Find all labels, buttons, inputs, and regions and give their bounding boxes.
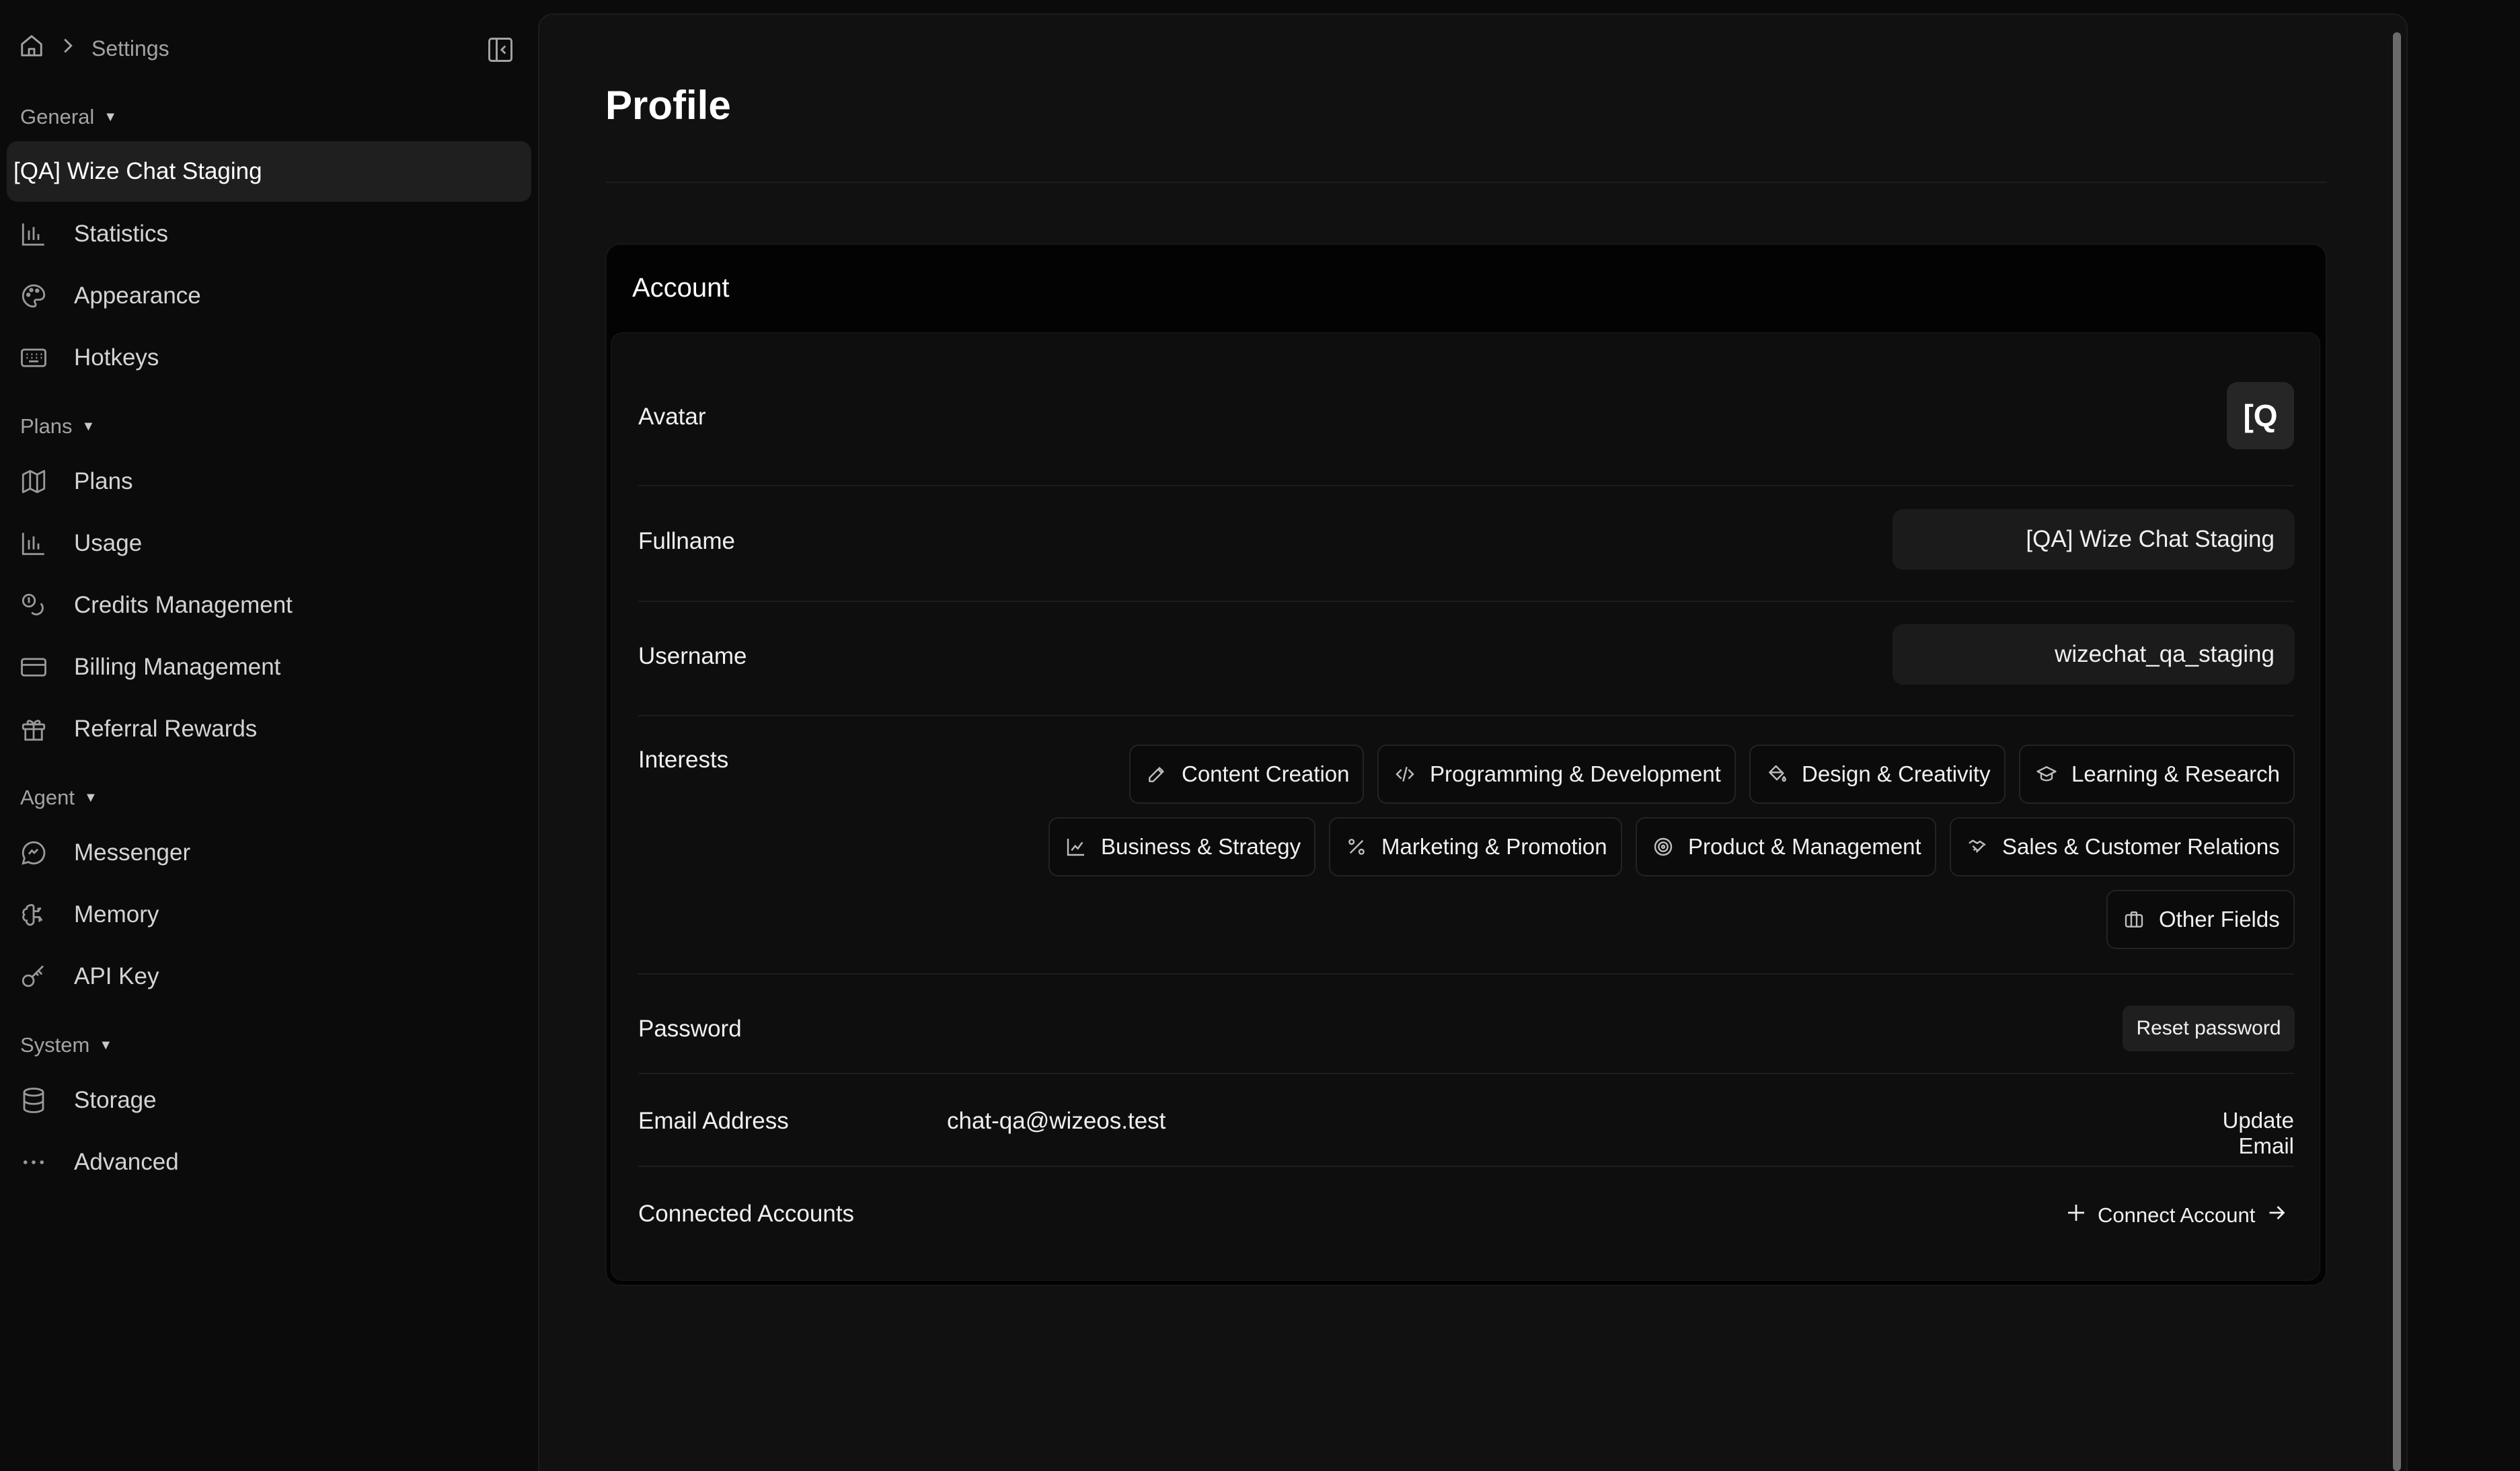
- avatar[interactable]: [Q: [2227, 382, 2294, 449]
- username-field[interactable]: wizechat_qa_staging: [1893, 624, 2295, 685]
- coins-icon: [19, 591, 48, 620]
- account-heading: Account: [632, 273, 730, 303]
- interest-chip-marketing[interactable]: Marketing & Promotion: [1329, 817, 1622, 876]
- briefcase-icon: [2123, 908, 2145, 931]
- sidebar-item-memory[interactable]: Memory: [19, 895, 517, 935]
- breadcrumb: Settings: [19, 32, 169, 65]
- interest-chip-other[interactable]: Other Fields: [2106, 890, 2295, 949]
- sidebar-item-plans[interactable]: Plans: [19, 461, 517, 502]
- sidebar-item-statistics[interactable]: Statistics: [19, 214, 517, 254]
- interest-chip-product[interactable]: Product & Management: [1636, 817, 1936, 876]
- brain-icon: [19, 900, 48, 930]
- section-system[interactable]: System ▼: [20, 1032, 112, 1059]
- interests-label: Interests: [638, 747, 729, 773]
- paint-bucket-icon: [1765, 763, 1788, 786]
- sidebar-item-referral-rewards[interactable]: Referral Rewards: [19, 709, 517, 749]
- gift-icon: [19, 714, 48, 744]
- keyboard-icon: [19, 343, 48, 373]
- fullname-field[interactable]: [QA] Wize Chat Staging: [1893, 509, 2295, 570]
- avatar-label: Avatar: [638, 404, 706, 430]
- row-divider: [638, 1073, 2294, 1074]
- caret-down-icon: ▼: [84, 790, 98, 805]
- account-fields: Avatar [Q Fullname [QA] Wize Chat Stagin…: [611, 332, 2320, 1281]
- username-label: Username: [638, 643, 747, 669]
- connect-account-button[interactable]: Connect Account: [2064, 1195, 2289, 1236]
- sidebar-item-usage[interactable]: Usage: [19, 523, 517, 564]
- handshake-icon: [1966, 835, 1989, 858]
- profile-panel: Profile Account Avatar [Q Fullname [QA] …: [538, 13, 2408, 1471]
- graduation-cap-icon: [2035, 763, 2058, 786]
- sidebar-item-hotkeys[interactable]: Hotkeys: [19, 338, 517, 378]
- reset-password-button[interactable]: Reset password: [2123, 1006, 2295, 1051]
- section-plans[interactable]: Plans ▼: [20, 413, 95, 440]
- sidebar-item-messenger[interactable]: Messenger: [19, 833, 517, 873]
- interest-chip-programming[interactable]: Programming & Development: [1377, 745, 1736, 804]
- interest-chip-business[interactable]: Business & Strategy: [1048, 817, 1316, 876]
- palette-icon: [19, 281, 48, 311]
- sidebar: Settings General ▼ [QA] Wize Chat Stagin…: [0, 0, 538, 1471]
- sidebar-item-storage[interactable]: Storage: [19, 1080, 517, 1121]
- database-icon: [19, 1086, 48, 1115]
- interest-chip-design[interactable]: Design & Creativity: [1749, 745, 2006, 804]
- fullname-label: Fullname: [638, 528, 735, 554]
- caret-down-icon: ▼: [99, 1037, 113, 1053]
- bar-chart-icon: [19, 529, 48, 558]
- home-icon[interactable]: [19, 33, 44, 64]
- sidebar-item-advanced[interactable]: Advanced: [19, 1142, 517, 1182]
- code-icon: [1393, 763, 1416, 786]
- sidebar-item-credits-management[interactable]: Credits Management: [19, 585, 517, 626]
- account-card: Account Avatar [Q Fullname [QA] Wize Cha…: [605, 243, 2327, 1286]
- sidebar-collapse-icon: [488, 38, 512, 62]
- chart-line-icon: [1065, 835, 1087, 858]
- sidebar-item-appearance[interactable]: Appearance: [19, 276, 517, 316]
- section-agent[interactable]: Agent ▼: [20, 784, 98, 811]
- row-divider: [638, 715, 2294, 716]
- messenger-icon: [19, 838, 48, 868]
- row-divider: [638, 485, 2294, 486]
- email-value: chat-qa@wizeos.test: [947, 1108, 1166, 1134]
- email-label: Email Address: [638, 1108, 789, 1134]
- interest-chip-sales[interactable]: Sales & Customer Relations: [1950, 817, 2295, 876]
- plus-icon: [2064, 1201, 2088, 1230]
- credit-card-icon: [19, 652, 48, 682]
- update-email-button[interactable]: Update Email: [2165, 1108, 2294, 1159]
- interest-chip-learning[interactable]: Learning & Research: [2019, 745, 2295, 804]
- target-icon: [1652, 835, 1675, 858]
- collapse-sidebar-button[interactable]: [484, 34, 517, 66]
- password-label: Password: [638, 1016, 742, 1042]
- scrollbar[interactable]: [2393, 32, 2401, 1471]
- caret-down-icon: ▼: [81, 418, 96, 434]
- arrow-right-icon: [2264, 1201, 2289, 1230]
- row-divider: [638, 601, 2294, 602]
- map-icon: [19, 467, 48, 496]
- interest-chip-content-creation[interactable]: Content Creation: [1129, 745, 1365, 804]
- row-divider: [638, 973, 2294, 975]
- bar-chart-icon: [19, 219, 48, 249]
- chevron-right-icon: [55, 33, 81, 64]
- percent-icon: [1345, 835, 1368, 858]
- pencil-icon: [1145, 763, 1168, 786]
- section-general[interactable]: General ▼: [20, 104, 117, 130]
- more-horizontal-icon: [19, 1147, 48, 1177]
- page-title: Profile: [605, 83, 731, 128]
- divider: [605, 182, 2327, 183]
- sidebar-item-billing-management[interactable]: Billing Management: [19, 647, 517, 687]
- workspace-item[interactable]: [QA] Wize Chat Staging: [7, 141, 531, 202]
- key-icon: [19, 962, 48, 991]
- row-divider: [638, 1166, 2294, 1167]
- caret-down-icon: ▼: [104, 109, 118, 124]
- connected-accounts-label: Connected Accounts: [638, 1201, 855, 1227]
- sidebar-item-api-key[interactable]: API Key: [19, 956, 517, 997]
- breadcrumb-current: Settings: [91, 36, 169, 61]
